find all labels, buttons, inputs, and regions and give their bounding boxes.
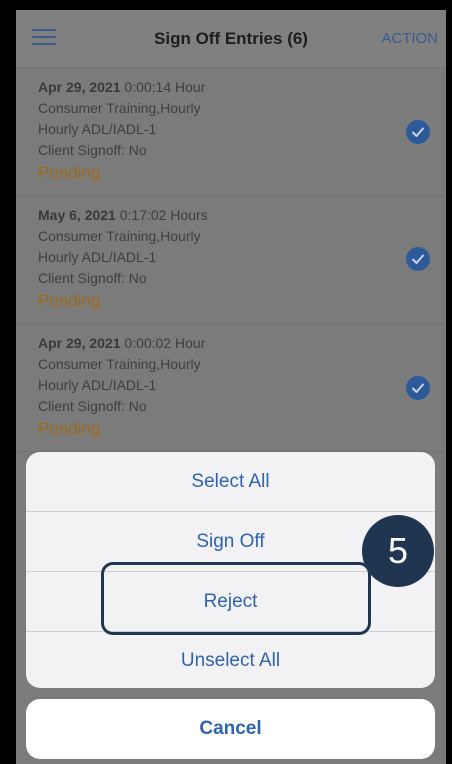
step-number-badge: 5 xyxy=(362,515,434,587)
cancel-button[interactable]: Cancel xyxy=(26,699,435,759)
entry-date-line: Apr 29, 2021 0:00:02 Hour xyxy=(38,333,205,354)
status-label: Pending xyxy=(38,163,101,182)
entry-client-signoff: Client Signoff: No xyxy=(38,398,147,414)
checkmark-icon[interactable] xyxy=(406,120,430,144)
status-label: Pending xyxy=(38,419,101,438)
unselect-all-button[interactable]: Unselect All xyxy=(26,631,435,688)
entry-row[interactable]: Apr 29, 2021 0:00:14 Hour Consumer Train… xyxy=(16,68,446,196)
checkmark-icon[interactable] xyxy=(406,376,430,400)
action-button[interactable]: ACTION xyxy=(381,30,438,47)
entry-code: Hourly ADL/IADL-1 xyxy=(38,249,157,265)
entry-date: Apr 29, 2021 xyxy=(38,79,121,95)
entry-service: Consumer Training,Hourly xyxy=(38,356,201,372)
entry-client-signoff: Client Signoff: No xyxy=(38,142,147,158)
select-all-button[interactable]: Select All xyxy=(26,452,435,511)
entry-date: May 6, 2021 xyxy=(38,207,116,223)
entry-code: Hourly ADL/IADL-1 xyxy=(38,121,157,137)
device-frame: Sign Off Entries (6) ACTION Apr 29, 2021… xyxy=(0,0,452,764)
entry-service: Consumer Training,Hourly xyxy=(38,100,201,116)
entry-duration: 0:17:02 Hours xyxy=(115,207,208,223)
entry-date: Apr 29, 2021 xyxy=(38,335,121,351)
entry-details: May 6, 2021 0:17:02 Hours Consumer Train… xyxy=(38,205,208,313)
reject-button[interactable]: Reject xyxy=(26,572,435,631)
entry-client-signoff: Client Signoff: No xyxy=(38,270,147,286)
entry-duration: 0:00:14 Hour xyxy=(120,79,206,95)
entry-details: Apr 29, 2021 0:00:14 Hour Consumer Train… xyxy=(38,77,205,185)
entry-row[interactable]: Apr 29, 2021 0:00:02 Hour Consumer Train… xyxy=(16,324,446,452)
app-header: Sign Off Entries (6) ACTION xyxy=(16,10,446,68)
entry-date-line: May 6, 2021 0:17:02 Hours xyxy=(38,205,208,226)
entry-date-line: Apr 29, 2021 0:00:14 Hour xyxy=(38,77,205,98)
app-screen: Sign Off Entries (6) ACTION Apr 29, 2021… xyxy=(16,10,446,764)
checkmark-icon[interactable] xyxy=(406,247,430,271)
status-label: Pending xyxy=(38,291,101,310)
entry-code: Hourly ADL/IADL-1 xyxy=(38,377,157,393)
entry-row[interactable]: May 6, 2021 0:17:02 Hours Consumer Train… xyxy=(16,196,446,324)
entry-details: Apr 29, 2021 0:00:02 Hour Consumer Train… xyxy=(38,333,205,441)
entry-service: Consumer Training,Hourly xyxy=(38,228,201,244)
entry-duration: 0:00:02 Hour xyxy=(120,335,206,351)
